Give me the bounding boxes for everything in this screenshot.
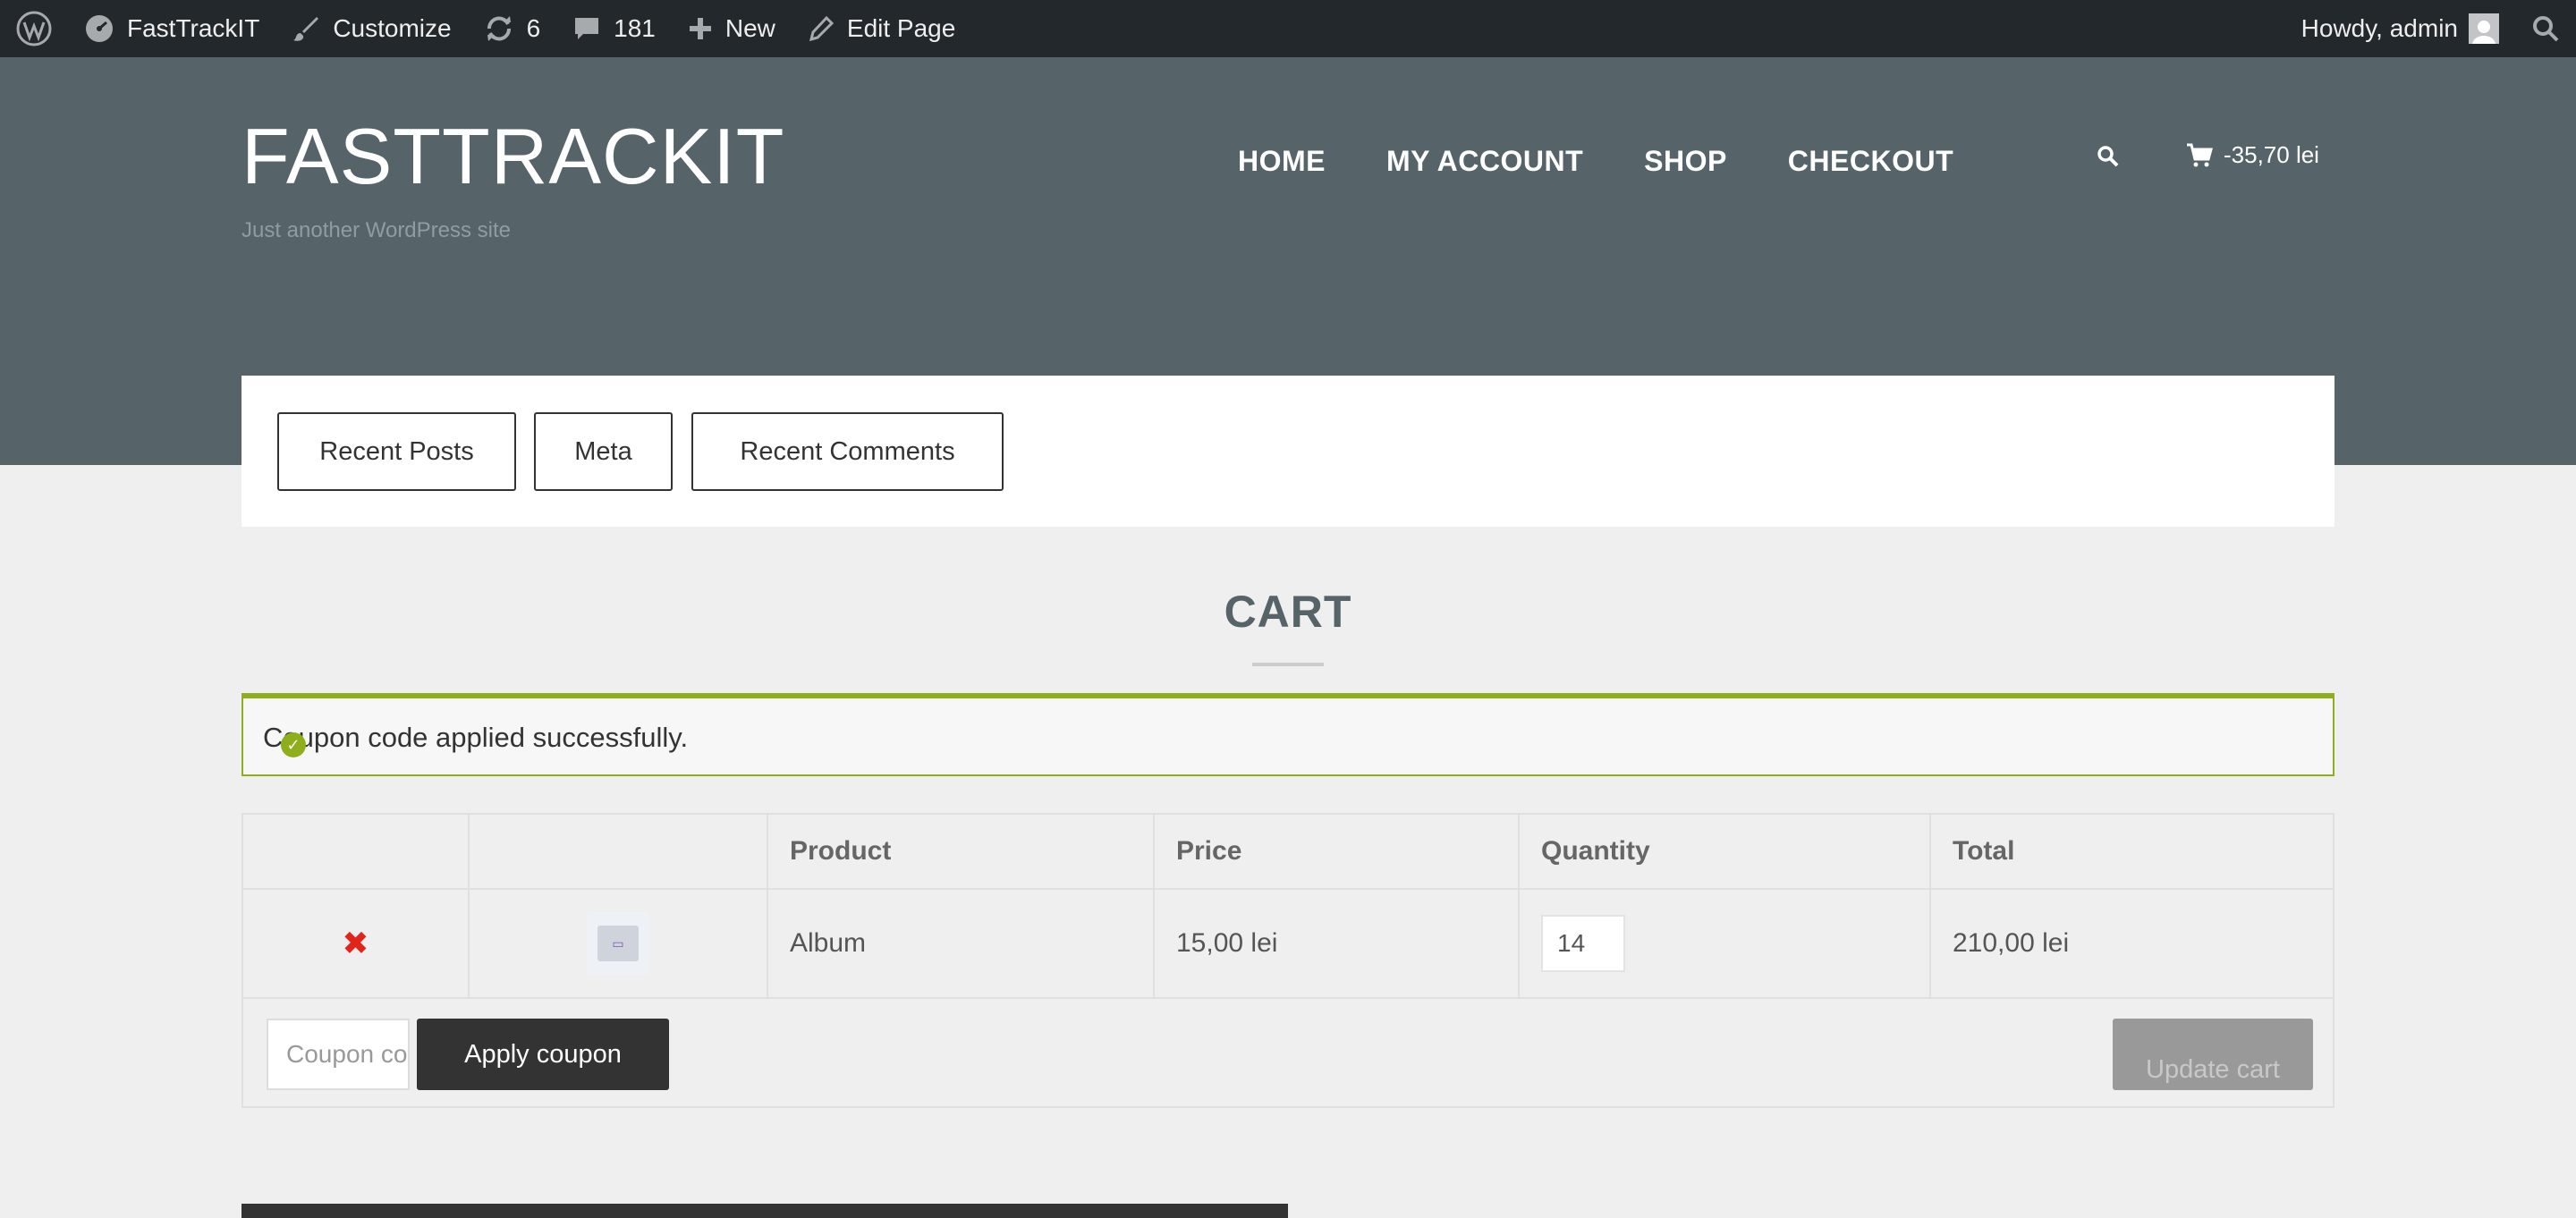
- nav-item-shop[interactable]: SHOP: [1644, 145, 1727, 178]
- main-navigation: HOME MY ACCOUNT SHOP CHECKOUT: [1238, 145, 1953, 178]
- check-icon: ✓: [281, 732, 306, 757]
- greeting-label: Howdy, admin: [2301, 14, 2458, 42]
- page-title: CART: [1224, 587, 1352, 637]
- new-label: New: [724, 14, 775, 42]
- product-price: 15,00 lei: [1155, 890, 1520, 997]
- site-name-menu[interactable]: FastTrackIT: [68, 0, 275, 57]
- comments-link[interactable]: 181: [556, 0, 672, 57]
- search-icon: [2533, 16, 2559, 42]
- column-header-remove: [243, 815, 470, 888]
- column-header-quantity: Quantity: [1520, 815, 1931, 888]
- thumbnail-cell: ▭: [470, 890, 768, 997]
- new-content-menu[interactable]: New: [672, 0, 792, 57]
- customize-link[interactable]: Customize: [275, 0, 467, 57]
- dashboard-icon: [86, 15, 113, 42]
- cart-icon: [2187, 143, 2213, 166]
- tab-recent-comments[interactable]: Recent Comments: [691, 412, 1004, 491]
- product-subtotal: 210,00 lei: [1953, 928, 2070, 958]
- table-header-row: Product Price Quantity Total: [243, 815, 2333, 890]
- admin-bar: FastTrackIT Customize 6 181 New Edit Pag…: [0, 0, 2576, 57]
- coupon-code-input[interactable]: Coupon code: [267, 1019, 410, 1090]
- site-tagline: Just another WordPress site: [242, 218, 512, 242]
- placeholder-image-icon: ▭: [597, 926, 639, 961]
- remove-cell: ✖: [243, 890, 470, 997]
- cart-actions-row: Coupon code Apply coupon Update cart: [243, 999, 2333, 1106]
- product-name-link[interactable]: Album: [790, 928, 866, 959]
- success-notice: Coupon code applied successfully. ✓: [242, 693, 2334, 776]
- widget-tabs-panel: Recent Posts Meta Recent Comments: [242, 376, 2334, 527]
- comments-count: 181: [614, 14, 656, 42]
- apply-coupon-button[interactable]: Apply coupon: [417, 1019, 669, 1090]
- edit-page-label: Edit Page: [846, 14, 956, 42]
- tab-recent-posts[interactable]: Recent Posts: [277, 412, 516, 491]
- quantity-input[interactable]: 14: [1541, 915, 1625, 972]
- nav-item-checkout[interactable]: CHECKOUT: [1788, 145, 1953, 178]
- site-title[interactable]: FASTTRACKIT: [242, 111, 785, 202]
- tab-meta[interactable]: Meta: [534, 412, 673, 491]
- cart-totals-header: [242, 1204, 1288, 1218]
- updates-count: 6: [526, 14, 541, 42]
- update-cart-button[interactable]: Update cart: [2113, 1019, 2313, 1090]
- avatar: [2469, 13, 2499, 44]
- notice-message: Coupon code applied successfully.: [263, 722, 689, 753]
- my-account-menu[interactable]: Howdy, admin: [2285, 0, 2515, 57]
- header-cart-total: -35,70 lei: [2224, 141, 2319, 168]
- edit-page-link[interactable]: Edit Page: [792, 0, 971, 57]
- updates-link[interactable]: 6: [468, 0, 557, 57]
- updates-icon: [487, 16, 511, 41]
- wordpress-icon: [16, 11, 52, 47]
- pencil-icon: [809, 15, 835, 42]
- comment-icon: [575, 18, 599, 39]
- product-thumbnail[interactable]: ▭: [587, 912, 649, 975]
- customize-label: Customize: [333, 14, 452, 42]
- column-header-total: Total: [1953, 836, 2015, 866]
- product-name-cell: Album: [768, 890, 1155, 997]
- nav-item-my-account[interactable]: MY ACCOUNT: [1386, 145, 1583, 178]
- title-divider: [1252, 663, 1324, 666]
- plus-icon: [689, 18, 711, 39]
- wordpress-logo-button[interactable]: [0, 0, 68, 57]
- remove-item-button[interactable]: ✖: [342, 925, 369, 962]
- column-header-price: Price: [1155, 815, 1520, 888]
- header-search-button[interactable]: [2097, 145, 2123, 172]
- header-cart-link[interactable]: -35,70 lei: [2186, 141, 2319, 169]
- site-name-label: FastTrackIT: [127, 14, 260, 42]
- paintbrush-icon: [293, 17, 319, 41]
- column-header-thumbnail: [470, 815, 768, 888]
- table-row: ✖ ▭ Album 15,00 lei 14 210,00 lei: [243, 890, 2333, 999]
- cart-table: Product Price Quantity Total ✖ ▭ Album 1…: [242, 813, 2334, 1108]
- nav-item-home[interactable]: HOME: [1238, 145, 1326, 178]
- search-icon: [2097, 146, 2119, 167]
- user-silhouette-icon: [2472, 21, 2496, 44]
- admin-search-button[interactable]: [2515, 0, 2576, 57]
- quantity-cell: 14: [1520, 890, 1931, 997]
- column-header-product: Product: [768, 815, 1155, 888]
